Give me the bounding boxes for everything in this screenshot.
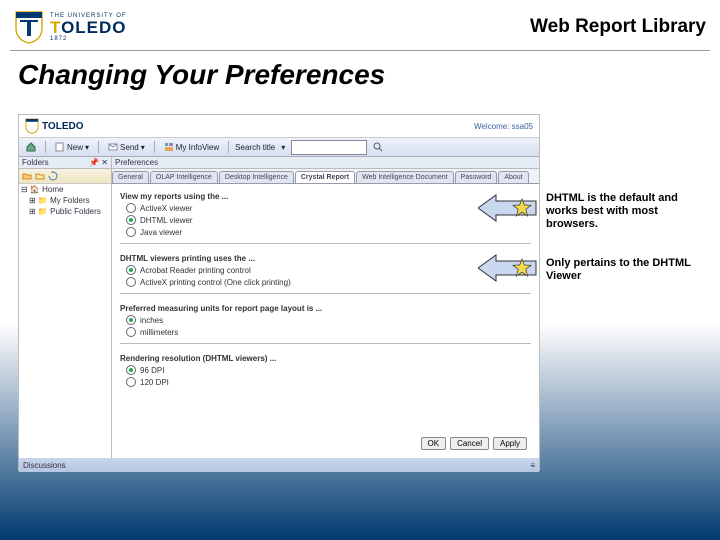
dashboard-icon <box>164 142 174 152</box>
opt-96dpi[interactable]: 96 DPI <box>126 365 531 375</box>
cancel-button[interactable]: Cancel <box>450 437 489 450</box>
expand-icon[interactable]: ≡ <box>530 461 535 470</box>
opt-activex-print[interactable]: ActiveX printing control (One click prin… <box>126 277 531 287</box>
logo-name: TOLEDO <box>50 19 127 36</box>
section-dpi-label: Rendering resolution (DHTML viewers) ... <box>120 354 531 363</box>
prefs-title: Preferences <box>112 157 539 169</box>
section-view-label: View my reports using the ... <box>120 192 531 201</box>
app-logo: TOLEDO <box>25 118 83 134</box>
close-icon[interactable]: ✕ <box>101 158 108 167</box>
opt-120dpi[interactable]: 120 DPI <box>126 377 531 387</box>
prefs-tabs: General OLAP Intelligence Desktop Intell… <box>112 169 539 184</box>
myinfoview-button[interactable]: My InfoView <box>161 142 222 152</box>
folder-home[interactable]: ⊟ 🏠 Home <box>19 184 111 195</box>
shield-icon <box>25 118 39 134</box>
welcome-text: Welcome: ssa05 <box>474 122 533 131</box>
header-right-title: Web Report Library <box>530 16 706 38</box>
slide-header: THE UNIVERSITY OF TOLEDO 1872 Web Report… <box>0 0 720 50</box>
section-units-label: Preferred measuring units for report pag… <box>120 304 531 313</box>
opt-dhtml-viewer[interactable]: DHTML viewer <box>126 215 531 225</box>
opt-acrobat-print[interactable]: Acrobat Reader printing control <box>126 265 531 275</box>
prefs-content: View my reports using the ... ActiveX vi… <box>112 184 539 458</box>
arrow-callout-2 <box>478 253 538 283</box>
app-toolbar: New ▾ Send ▾ My InfoView Search title ▾ <box>19 138 539 157</box>
section-print-label: DHTML viewers printing uses the ... <box>120 254 531 263</box>
opt-millimeters[interactable]: millimeters <box>126 327 531 337</box>
arrow-left-icon <box>478 253 538 283</box>
arrow-callout-1 <box>478 193 538 223</box>
tab-crystal-report[interactable]: Crystal Report <box>295 171 355 183</box>
tab-password[interactable]: Password <box>455 171 498 183</box>
folder-icon[interactable] <box>22 171 32 181</box>
slide-title: Changing Your Preferences <box>18 59 720 91</box>
document-icon <box>55 142 65 152</box>
tab-general[interactable]: General <box>112 171 149 183</box>
search-label: Search title <box>235 143 275 152</box>
tab-about[interactable]: About <box>498 171 528 183</box>
search-input[interactable] <box>291 140 367 155</box>
home-icon <box>26 142 36 152</box>
search-icon[interactable] <box>373 142 383 152</box>
new-button[interactable]: New ▾ <box>52 142 92 152</box>
ok-button[interactable]: OK <box>421 437 447 450</box>
annotation-2: Only pertains to the DHTML Viewer <box>546 257 706 283</box>
send-button[interactable]: Send ▾ <box>105 142 148 152</box>
app-logo-text: TOLEDO <box>42 121 83 132</box>
pin-icon[interactable]: 📌 <box>89 158 99 167</box>
folder-open-icon[interactable] <box>35 171 45 181</box>
folders-panel: Folders 📌 ✕ ⊟ 🏠 Home ⊞ 📁 My Folders ⊞ 📁 … <box>19 157 112 458</box>
folder-public[interactable]: ⊞ 📁 Public Folders <box>19 206 111 217</box>
opt-activex-viewer[interactable]: ActiveX viewer <box>126 203 531 213</box>
tab-desktop[interactable]: Desktop Intelligence <box>219 171 294 183</box>
opt-java-viewer[interactable]: Java viewer <box>126 227 531 237</box>
tab-olap[interactable]: OLAP Intelligence <box>150 171 218 183</box>
app-header: TOLEDO Welcome: ssa05 <box>19 115 539 138</box>
home-button[interactable] <box>23 142 39 152</box>
folder-my[interactable]: ⊞ 📁 My Folders <box>19 195 111 206</box>
main-panel: Preferences General OLAP Intelligence De… <box>112 157 539 458</box>
discussions-bar[interactable]: Discussions ≡ <box>19 458 539 472</box>
annotation-1: DHTML is the default and works best with… <box>546 192 706 232</box>
arrow-left-icon <box>478 193 538 223</box>
ut-logo: THE UNIVERSITY OF TOLEDO 1872 <box>14 10 127 44</box>
apply-button[interactable]: Apply <box>493 437 527 450</box>
opt-inches[interactable]: inches <box>126 315 531 325</box>
folder-toolbar <box>19 169 111 184</box>
app-window: TOLEDO Welcome: ssa05 New ▾ Send ▾ My In… <box>18 114 540 471</box>
shield-icon <box>14 10 44 44</box>
refresh-icon[interactable] <box>48 171 58 181</box>
folders-title-bar: Folders 📌 ✕ <box>19 157 111 169</box>
mail-icon <box>108 142 118 152</box>
button-row: OK Cancel Apply <box>120 433 531 454</box>
header-divider <box>10 50 710 51</box>
tab-webi[interactable]: Web Intelligence Document <box>356 171 453 183</box>
